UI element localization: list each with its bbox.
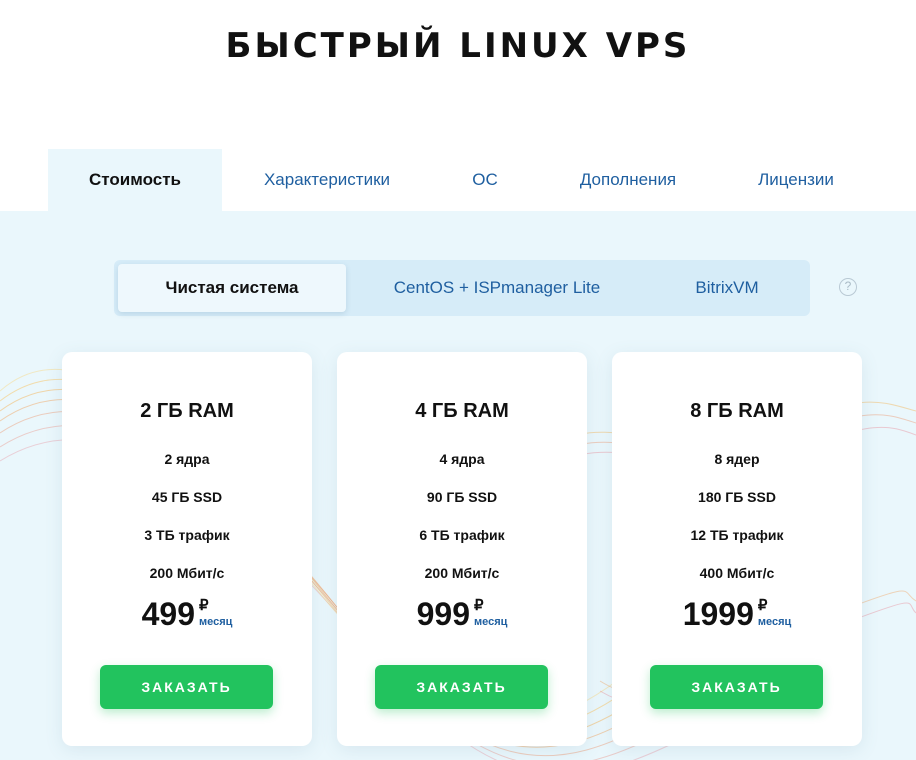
plan-cores: 8 ядер <box>714 451 760 467</box>
currency-symbol: ₽ <box>198 597 209 614</box>
plan-speed: 400 Мбит/с <box>699 565 775 581</box>
plan-cores: 2 ядра <box>164 451 210 467</box>
plan-name: 2 ГБ RAM <box>140 400 234 422</box>
plan-traffic: 3 ТБ трафик <box>144 527 230 543</box>
plan-name: 4 ГБ RAM <box>415 400 509 422</box>
tab-os[interactable]: ОС <box>430 149 540 211</box>
price-value: 999 <box>416 596 470 632</box>
tab-addons[interactable]: Дополнения <box>560 149 696 211</box>
os-option-centos-ispmanager[interactable]: CentOS + ISPmanager Lite <box>378 264 616 312</box>
tab-specs[interactable]: Характеристики <box>240 149 414 211</box>
plan-traffic: 12 ТБ трафик <box>690 527 784 543</box>
os-option-clean[interactable]: Чистая система <box>118 264 346 312</box>
price-value: 1999 <box>682 596 754 632</box>
price-period: месяц <box>473 616 508 628</box>
plan-disk: 90 ГБ SSD <box>426 489 498 505</box>
currency-symbol: ₽ <box>757 597 768 614</box>
os-option-bitrixvm[interactable]: BitrixVM <box>654 264 800 312</box>
main-tabs: Стоимость Характеристики ОС Дополнения Л… <box>0 149 916 211</box>
plan-price: 1999 ₽ месяц <box>612 596 862 632</box>
plan-card-4gb: 4 ГБ RAM 4 ядра 90 ГБ SSD 6 ТБ трафик 20… <box>337 352 587 746</box>
order-button[interactable]: ЗАКАЗАТЬ <box>650 665 823 709</box>
order-button[interactable]: ЗАКАЗАТЬ <box>375 665 548 709</box>
plan-name: 8 ГБ RAM <box>690 400 784 422</box>
plan-traffic: 6 ТБ трафик <box>419 527 505 543</box>
currency-symbol: ₽ <box>473 597 484 614</box>
question-circle-icon[interactable]: ? <box>839 278 857 296</box>
plan-card-2gb: 2 ГБ RAM 2 ядра 45 ГБ SSD 3 ТБ трафик 20… <box>62 352 312 746</box>
tab-price[interactable]: Стоимость <box>48 149 222 211</box>
plan-price: 499 ₽ месяц <box>62 596 312 632</box>
plan-cores: 4 ядра <box>439 451 485 467</box>
plan-speed: 200 Мбит/с <box>424 565 500 581</box>
pricing-panel: Чистая система CentOS + ISPmanager Lite … <box>0 211 916 760</box>
plan-speed: 200 Мбит/с <box>149 565 225 581</box>
plan-disk: 45 ГБ SSD <box>151 489 223 505</box>
price-period: месяц <box>757 616 792 628</box>
plan-disk: 180 ГБ SSD <box>698 489 776 505</box>
page-title: БЫСТРЫЙ LINUX VPS <box>225 26 691 66</box>
order-button[interactable]: ЗАКАЗАТЬ <box>100 665 273 709</box>
tab-licenses[interactable]: Лицензии <box>730 149 862 211</box>
plan-card-8gb: 8 ГБ RAM 8 ядер 180 ГБ SSD 12 ТБ трафик … <box>612 352 862 746</box>
os-selector: Чистая система CentOS + ISPmanager Lite … <box>114 260 810 316</box>
price-value: 499 <box>141 596 195 632</box>
price-period: месяц <box>198 616 233 628</box>
plan-price: 999 ₽ месяц <box>337 596 587 632</box>
